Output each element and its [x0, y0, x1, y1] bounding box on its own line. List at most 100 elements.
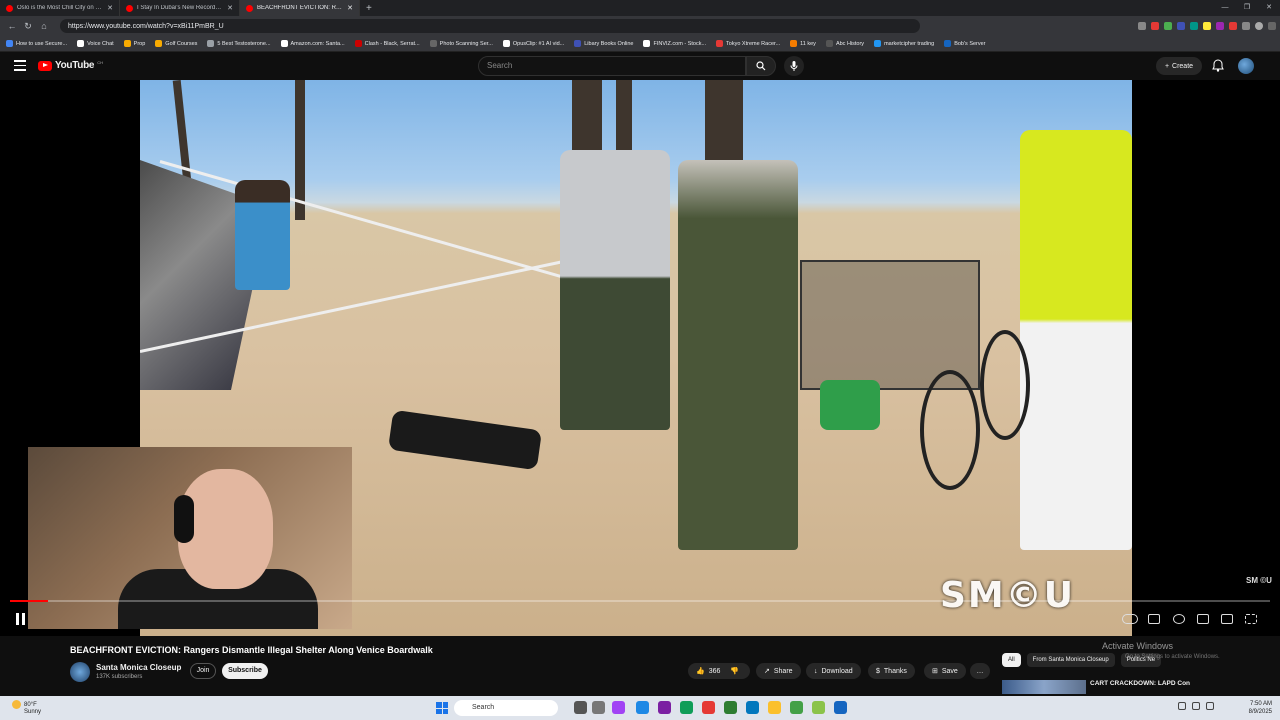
app-icon[interactable] [636, 701, 649, 714]
extension-icon[interactable] [1151, 22, 1159, 30]
search-input[interactable]: Search [478, 56, 746, 76]
tab-close-icon[interactable]: ✕ [107, 4, 113, 12]
search-button[interactable] [746, 56, 776, 76]
extension-icon[interactable] [1177, 22, 1185, 30]
app-icon[interactable] [790, 701, 803, 714]
hamburger-menu-icon[interactable] [14, 60, 26, 71]
thumbs-up-icon[interactable]: 👍 [696, 667, 705, 675]
bookmark[interactable]: 5 Best Testosterone... [207, 40, 271, 47]
bookmark[interactable]: Amazon.com: Santa... [280, 40, 345, 47]
video-player[interactable]: SM©U SM ©U [0, 80, 1280, 636]
tab-close-icon[interactable]: ✕ [227, 4, 233, 12]
bookmark[interactable]: Bob's Server [944, 40, 986, 47]
account-avatar[interactable] [1238, 58, 1254, 74]
url-field[interactable]: https://www.youtube.com/watch?v=xBi11PmB… [60, 19, 920, 33]
extension-icon[interactable] [1164, 22, 1172, 30]
minimize-icon[interactable]: — [1214, 0, 1236, 16]
country-code: CH [97, 60, 103, 65]
notifications-button[interactable] [1212, 59, 1224, 77]
wifi-icon[interactable] [1192, 702, 1200, 710]
extension-icon[interactable] [1216, 22, 1224, 30]
youtube-logo[interactable]: YouTube CH [38, 60, 103, 71]
back-icon[interactable]: ← [4, 21, 20, 31]
bookmark-label: 11 key [800, 40, 816, 47]
more-menu-icon[interactable] [1268, 22, 1276, 30]
subtitles-icon[interactable] [1148, 614, 1160, 624]
app-icon[interactable] [612, 701, 625, 714]
file-explorer-icon[interactable] [768, 701, 781, 714]
progress-bar[interactable] [10, 600, 1270, 602]
task-view-icon[interactable] [574, 701, 587, 714]
create-button[interactable]: + Create [1156, 57, 1202, 75]
extension-icon[interactable] [1203, 22, 1211, 30]
extension-icon[interactable] [1242, 22, 1250, 30]
bookmark[interactable]: Photo Scanning Ser... [429, 40, 493, 47]
extension-icon[interactable] [1190, 22, 1198, 30]
bookmark[interactable]: FINVIZ.com - Stock... [643, 40, 706, 47]
reload-icon[interactable]: ↻ [20, 21, 36, 32]
windows-start-icon[interactable] [436, 702, 448, 714]
profile-avatar-icon[interactable] [1255, 22, 1263, 30]
bookmark[interactable]: OpusClip: #1 AI vid... [502, 40, 564, 47]
weather-widget[interactable]: 80°F Sunny [12, 700, 41, 716]
extensions-bar [1138, 22, 1276, 30]
app-icon[interactable] [658, 701, 671, 714]
bookmark[interactable]: Prop [123, 40, 145, 47]
more-actions-button[interactable]: … [970, 663, 990, 679]
recommendation-title[interactable]: CART CRACKDOWN: LAPD Confiscates Several… [1090, 680, 1190, 688]
subscribe-button[interactable]: Subscribe [222, 663, 268, 679]
chip-all[interactable]: All [1002, 653, 1021, 667]
share-button[interactable]: ↗ Share [756, 663, 801, 679]
close-window-icon[interactable]: ✕ [1258, 0, 1280, 16]
edge-icon[interactable] [680, 701, 693, 714]
pause-button[interactable] [16, 613, 28, 625]
chrome-icon[interactable] [702, 701, 715, 714]
bookmark[interactable]: 11 key [790, 40, 816, 47]
volume-icon[interactable] [1206, 702, 1214, 710]
app-icon[interactable] [724, 701, 737, 714]
channel-avatar[interactable] [70, 662, 90, 682]
taskbar-search-input[interactable]: Search [454, 700, 558, 716]
bookmark[interactable]: Tokyo Xtreme Racer... [716, 40, 780, 47]
extension-icon[interactable] [1138, 22, 1146, 30]
recommendation-thumbnail[interactable] [1002, 680, 1086, 694]
thumbs-down-icon[interactable]: 👎 [730, 667, 739, 675]
tray-up-icon[interactable] [1178, 702, 1186, 710]
channel-watermark-small[interactable]: SM ©U [1246, 576, 1272, 585]
maximize-icon[interactable]: ❐ [1236, 0, 1258, 16]
theater-mode-icon[interactable] [1221, 614, 1233, 624]
bookmark[interactable]: Libary Books Online [574, 40, 633, 47]
download-button[interactable]: ↓ Download [806, 663, 861, 679]
tab-close-icon[interactable]: ✕ [347, 4, 353, 12]
like-count[interactable]: 366 [709, 668, 721, 675]
bookmark[interactable]: Golf Courses [155, 40, 197, 47]
bookmark[interactable]: Clash - Black, Serrat... [354, 40, 420, 47]
home-icon[interactable]: ⌂ [36, 21, 52, 31]
autoplay-toggle[interactable] [1122, 614, 1138, 624]
voice-search-button[interactable] [784, 56, 804, 76]
bookmark[interactable]: marketcipher trading [874, 40, 934, 47]
join-button[interactable]: Join [190, 663, 216, 679]
fullscreen-icon[interactable] [1245, 614, 1257, 624]
browser-tab[interactable]: I Stay In Dubai's New Record-Breaking✕ [120, 0, 240, 16]
settings-gear-icon[interactable] [1173, 614, 1185, 624]
bookmark[interactable]: Abc History [825, 40, 864, 47]
taskbar-clock[interactable]: 7:50 AM 8/9/2025 [1240, 700, 1272, 716]
thanks-button[interactable]: $ Thanks [868, 663, 915, 679]
chip-from-channel[interactable]: From Santa Monica Closeup [1026, 653, 1115, 667]
bookmark[interactable]: Voice Chat [77, 40, 114, 47]
new-tab-button[interactable]: + [360, 3, 378, 14]
app-icon[interactable] [812, 701, 825, 714]
miniplayer-icon[interactable] [1197, 614, 1209, 624]
save-button[interactable]: ⊞ Save [924, 663, 966, 679]
channel-name[interactable]: Santa Monica Closeup [96, 663, 181, 672]
bookmark-icon [790, 40, 798, 47]
channel-watermark: SM©U [940, 575, 1075, 616]
browser-tab[interactable]: Oslo is the Most Chill City on Earth ✕ [0, 0, 120, 16]
app-icon[interactable] [746, 701, 759, 714]
bookmark[interactable]: How to use Secure... [6, 40, 67, 47]
extension-icon[interactable] [1229, 22, 1237, 30]
app-icon[interactable] [834, 701, 847, 714]
settings-gear-icon[interactable] [592, 701, 605, 714]
browser-tab-active[interactable]: BEACHFRONT EVICTION: Rangers ✕ [240, 0, 360, 16]
